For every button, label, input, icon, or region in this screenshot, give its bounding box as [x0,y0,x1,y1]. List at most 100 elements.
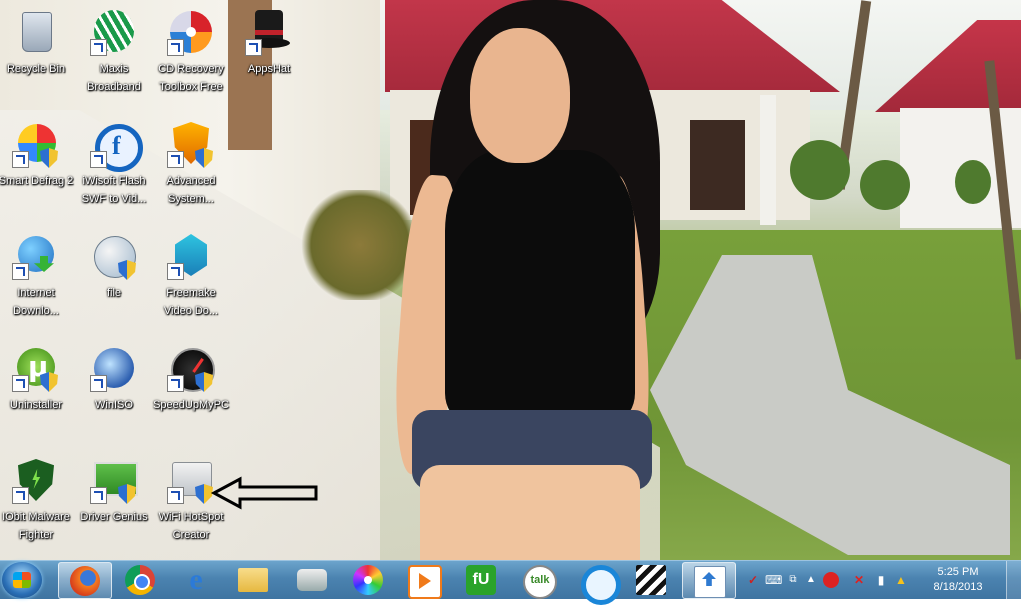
desktop-icon-driver-genius[interactable]: Driver Genius [75,450,153,558]
wallpaper-person-legs [420,465,640,560]
desktop-icon-smart-defrag[interactable]: Smart Defrag 2 [0,114,75,222]
desktop-icon-label: Driver Genius [80,511,148,523]
battery-icon[interactable]: ▮ [873,572,889,588]
wallpaper-person-face [470,28,570,163]
c-app-icon [581,565,621,605]
taskbar-app-internet-explorer[interactable]: e [170,562,222,597]
taskbar-app-firefox[interactable] [58,562,112,599]
shortcut-arrow-icon [90,151,107,168]
system-tray: ✓ ⌨ ⧉ ▲ ✕ ▮ ▲ 5:25 PM 8/18/2013 [731,561,1021,599]
language-tray-icon[interactable]: ⧉ [785,572,801,588]
keyboard-tray-icon[interactable]: ⌨ [765,572,782,588]
taskbar-app-upload[interactable] [682,562,736,599]
desktop-icon-label: WinISO [95,399,133,411]
shortcut-arrow-icon [12,487,29,504]
desktop-icon-maxis-broadband[interactable]: Maxis Broadband [75,2,153,110]
desktop-icon-label: SpeedUpMyPC [153,399,229,411]
disc-icon [353,565,383,595]
uac-shield-icon [40,372,58,392]
taskbar-app-disc[interactable] [342,562,394,597]
taskbar-app-chrome[interactable] [114,562,166,597]
uac-shield-icon [118,484,136,504]
shortcut-arrow-icon [167,151,184,168]
desktop-icon-label: IObit Malware Fighter [2,511,70,541]
taskbar: e fU talk ✓ ⌨ ⧉ ▲ ✕ ▮ ▲ 5:25 PM 8/18/201… [0,560,1021,605]
taskbar-app-c[interactable] [570,562,622,605]
firefox-icon [70,566,100,596]
desktop-icon-label: Smart Defrag 2 [0,175,74,187]
media-player-icon [408,565,442,599]
pdf-tray-icon[interactable]: ✓ [745,572,761,588]
uac-shield-icon [195,148,213,168]
shortcut-arrow-icon [245,39,262,56]
desktop-icon-label: Advanced System... [166,175,216,205]
wallpaper-shrub [790,140,850,200]
desktop-icon-label: Uninstaller [10,399,62,411]
uac-shield-icon [40,148,58,168]
desktop-icon-uninstaller[interactable]: Uninstaller [0,338,75,446]
folder-icon [238,568,268,592]
desktop-icon-label: Maxis Broadband [87,63,141,93]
internet-explorer-icon: e [189,563,203,596]
upload-icon [694,566,726,598]
wallpaper-shrub [955,160,991,204]
desktop-icon-label: Freemake Video Do... [163,287,219,317]
network-error-icon[interactable]: ✕ [851,572,867,588]
desktop-icon-label: file [106,287,122,299]
google-drive-icon[interactable]: ▲ [893,572,909,588]
desktop-icon-label: iWisoft Flash SWF to Vid... [81,175,147,205]
shortcut-arrow-icon [12,375,29,392]
taskbar-app-windows-explorer[interactable] [227,562,279,597]
shortcut-arrow-icon [90,375,107,392]
shortcut-arrow-icon [12,263,29,280]
talk-icon: talk [523,565,557,599]
shortcut-arrow-icon [167,39,184,56]
shortcut-arrow-icon [90,39,107,56]
desktop-icon-label: Recycle Bin [6,63,66,75]
taskbar-app-movie-maker[interactable] [625,562,677,597]
desktop-icon-cd-recovery[interactable]: CD Recovery Toolbox Free [152,2,230,110]
wallpaper-shrub [860,160,910,210]
wallpaper-person-top [445,150,635,420]
taskbar-app-google-talk[interactable]: talk [512,562,564,599]
clapperboard-icon [636,565,666,595]
camera-icon [297,569,327,591]
clock-time: 5:25 PM [937,566,979,578]
desktop-icon-recycle-bin[interactable]: Recycle Bin [0,2,75,110]
desktop-icon-label: CD Recovery Toolbox Free [158,63,224,93]
desktop-icon-speedupmypc[interactable]: SpeedUpMyPC [152,338,230,446]
desktop-icon-advanced-system[interactable]: Advanced System... [152,114,230,222]
clock-date: 8/18/2013 [933,581,983,593]
desktop-icon-flash-swf[interactable]: iWisoft Flash SWF to Vid... [75,114,153,222]
desktop-icon-file[interactable]: file [75,226,153,334]
desktop-icon-iobit-malware[interactable]: IObit Malware Fighter [0,450,75,558]
shortcut-arrow-icon [90,487,107,504]
desktop-icon-internet-download[interactable]: Internet Downlo... [0,226,75,334]
fu-icon: fU [466,565,496,595]
shortcut-arrow-icon [12,151,29,168]
clock[interactable]: 5:25 PM 8/18/2013 [923,565,993,595]
show-hidden-icons-icon[interactable]: ▲ [803,572,819,588]
desktop-icon-label: WiFi HotSpot Creator [158,511,224,541]
taskbar-app-media-player[interactable] [397,562,449,599]
chrome-icon [125,565,155,595]
desktop-icon-freemake[interactable]: Freemake Video Do... [152,226,230,334]
desktop-icon-label: AppsHat [247,63,291,75]
shortcut-arrow-icon [167,263,184,280]
wallpaper-door [690,120,745,210]
show-desktop-button[interactable] [1006,561,1021,599]
desktop-icon-label: Internet Downlo... [13,287,59,317]
shortcut-arrow-icon [167,487,184,504]
antivirus-tray-icon[interactable] [823,572,839,588]
shortcut-arrow-icon [167,375,184,392]
desktop-icon-appshat[interactable]: AppsHat [230,2,308,110]
recycle-bin-icon [22,12,52,52]
annotation-arrow-icon [210,476,318,510]
taskbar-app-camera[interactable] [286,562,338,597]
appshat-icon [255,10,283,40]
hat-band-shape [255,30,283,35]
taskbar-app-fu[interactable]: fU [455,562,507,597]
windows-logo-icon [13,572,31,588]
start-button[interactable] [2,562,42,598]
desktop-icon-winiso[interactable]: WinISO [75,338,153,446]
